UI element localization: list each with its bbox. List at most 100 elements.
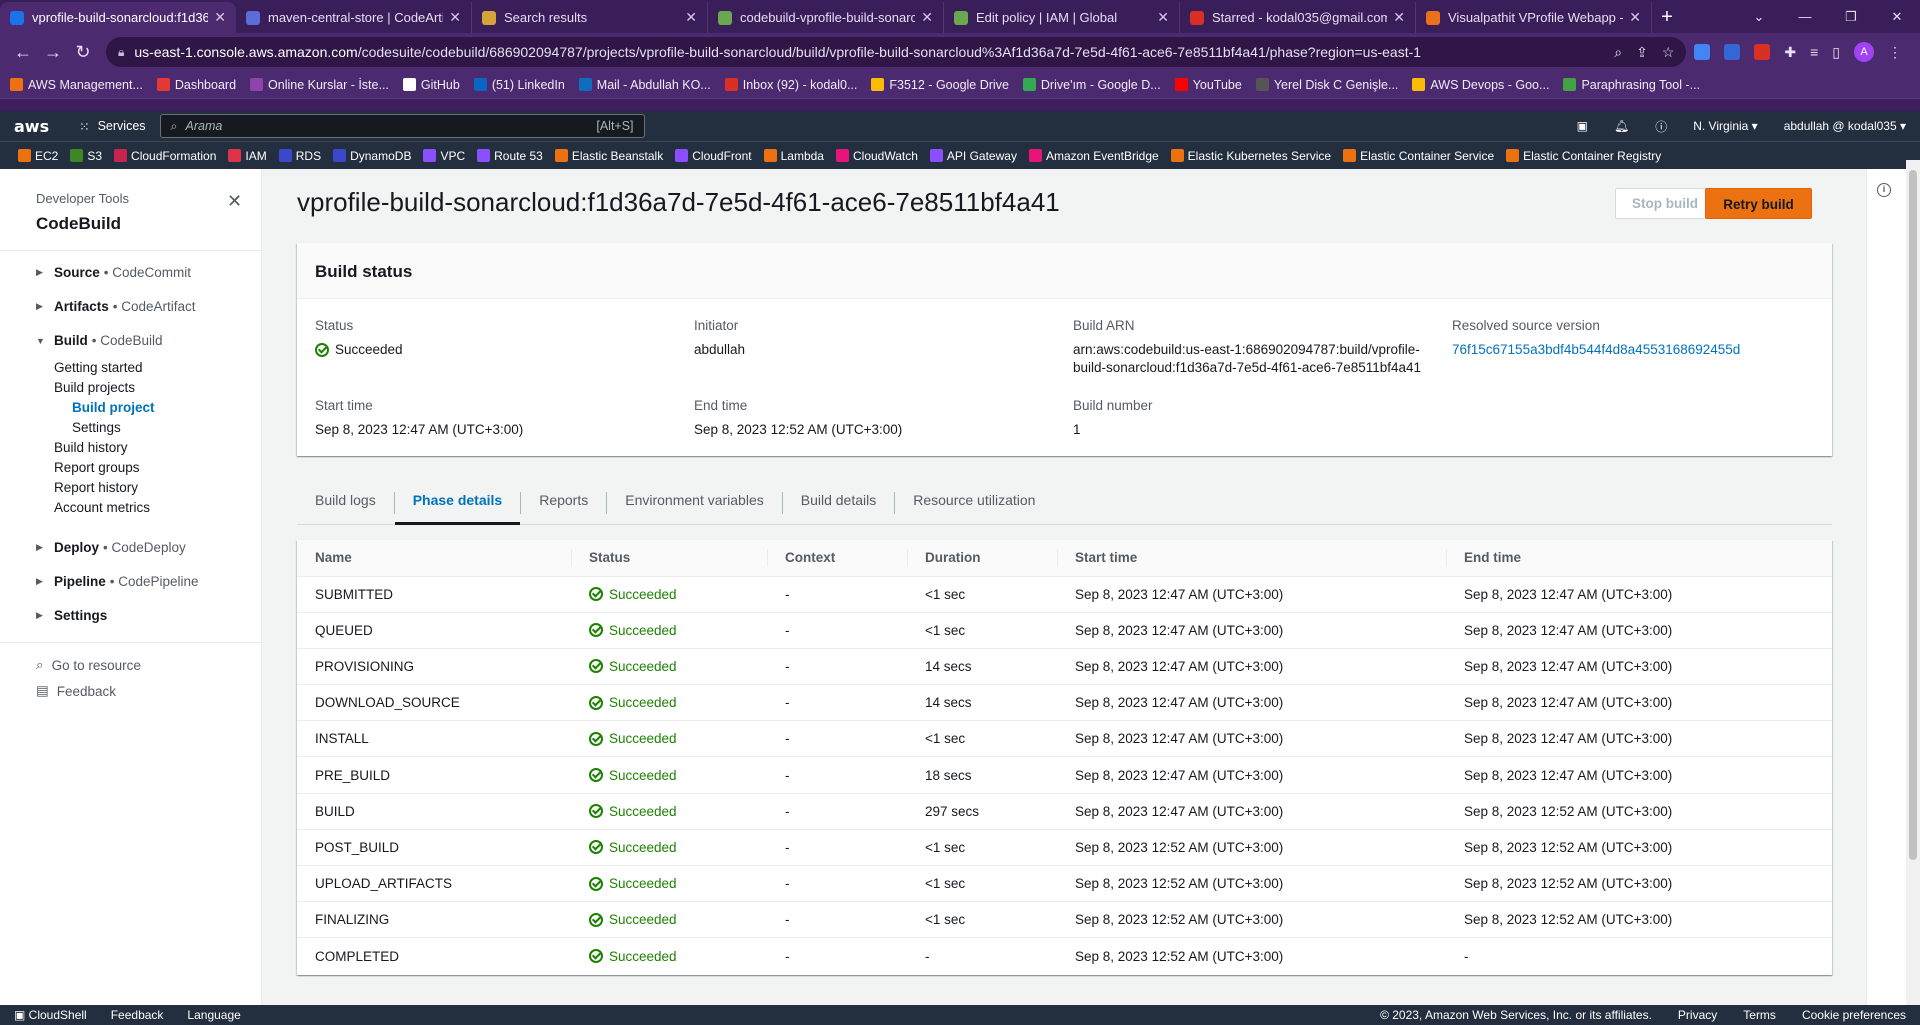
footer-feedback-link[interactable]: Feedback — [111, 1008, 164, 1022]
bookmark-item[interactable]: Paraphrasing Tool -... — [1563, 78, 1700, 92]
tab-build-details[interactable]: Build details — [783, 492, 896, 514]
forward-icon[interactable]: → — [38, 42, 68, 63]
sidebar-section-pipeline[interactable]: ▶ Pipeline • CodePipeline — [36, 574, 261, 589]
bookmark-item[interactable]: YouTube — [1174, 78, 1242, 92]
cloudshell-link[interactable]: ▣ CloudShell — [14, 1008, 87, 1022]
tab-close-icon[interactable]: ✕ — [1157, 9, 1169, 26]
favorite-service[interactable]: Elastic Container Registry — [1506, 149, 1661, 163]
favorite-service[interactable]: Elastic Container Service — [1343, 149, 1494, 163]
reload-icon[interactable]: ↻ — [68, 42, 98, 63]
bookmark-item[interactable]: AWS Devops - Goo... — [1412, 78, 1549, 92]
go-to-resource-link[interactable]: ⌕ Go to resource — [36, 657, 261, 673]
bookmark-item[interactable]: GitHub — [402, 78, 460, 92]
notifications-icon[interactable]: 🔔︎ — [1614, 119, 1629, 133]
new-tab-icon[interactable]: + — [1652, 2, 1682, 33]
favorite-service[interactable]: S3 — [70, 149, 102, 163]
feedback-link[interactable]: ▤ Feedback — [36, 683, 261, 699]
favorite-service[interactable]: CloudFormation — [114, 149, 216, 163]
minimize-icon[interactable]: — — [1782, 9, 1828, 24]
profile-avatar[interactable]: A — [1854, 42, 1874, 62]
column-header-name[interactable]: Name — [297, 540, 571, 577]
favorite-service[interactable]: EC2 — [18, 149, 58, 163]
bookmark-item[interactable]: F3512 - Google Drive — [871, 78, 1009, 92]
url-input[interactable]: 🔒︎ us-east-1.console.aws.amazon.com/code… — [106, 37, 1687, 67]
back-icon[interactable]: ← — [8, 42, 38, 63]
aws-logo[interactable]: aws — [14, 117, 49, 136]
browser-tab[interactable]: codebuild-vprofile-build-sonarc ✕ — [708, 2, 944, 33]
bookmark-item[interactable]: Online Kurslar - İste... — [250, 78, 389, 92]
favorite-service[interactable]: DynamoDB — [333, 149, 411, 163]
scrollbar-thumb[interactable] — [1909, 170, 1917, 860]
tab-close-icon[interactable]: ✕ — [1629, 9, 1641, 26]
favorite-service[interactable]: Lambda — [763, 149, 824, 163]
sidebar-item-account-metrics[interactable]: Account metrics — [54, 500, 261, 515]
browser-tab[interactable]: vprofile-build-sonarcloud:f1d36 ✕ — [0, 2, 236, 33]
privacy-link[interactable]: Privacy — [1678, 1008, 1717, 1022]
video-extension-icon[interactable] — [1754, 44, 1771, 60]
sidebar-item-report-history[interactable]: Report history — [54, 480, 261, 495]
column-header-status[interactable]: Status — [571, 540, 767, 577]
sidebar-item-build-project[interactable]: Build project — [72, 400, 261, 415]
tab-close-icon[interactable]: ✕ — [214, 9, 226, 26]
sidebar-item-report-groups[interactable]: Report groups — [54, 460, 261, 475]
browser-tab[interactable]: Search results ✕ — [472, 2, 708, 33]
account-menu[interactable]: abdullah @ kodal035 ▾ — [1784, 119, 1906, 133]
column-header-duration[interactable]: Duration — [907, 540, 1057, 577]
favorite-service[interactable]: CloudFront — [675, 149, 752, 163]
favorite-service[interactable]: Elastic Kubernetes Service — [1170, 149, 1331, 163]
favorite-service[interactable]: RDS — [278, 149, 321, 163]
help-icon[interactable]: ⓘ — [1655, 118, 1667, 135]
browser-tab[interactable]: Edit policy | IAM | Global ✕ — [944, 2, 1180, 33]
terms-link[interactable]: Terms — [1743, 1008, 1776, 1022]
bookmark-item[interactable]: Inbox (92) - kodal0... — [724, 78, 857, 92]
sidebar-section-deploy[interactable]: ▶ Deploy • CodeDeploy — [36, 540, 261, 555]
zoom-icon[interactable]: ⌕ — [1614, 44, 1622, 61]
tab-close-icon[interactable]: ✕ — [685, 9, 697, 26]
translate-extension-icon[interactable] — [1694, 44, 1711, 60]
favorite-service[interactable]: CloudWatch — [835, 149, 918, 163]
bookmark-item[interactable]: Mail - Abdullah KO... — [578, 78, 711, 92]
column-header-context[interactable]: Context — [767, 540, 907, 577]
sidebar-section-source[interactable]: ▶ Source • CodeCommit — [36, 265, 261, 280]
favorite-service[interactable]: Route 53 — [477, 149, 543, 163]
bookmark-item[interactable]: (51) LinkedIn — [473, 78, 565, 92]
tab-phase-details[interactable]: Phase details — [394, 492, 522, 525]
sidebar-section-settings[interactable]: ▶ Settings — [36, 608, 261, 623]
sidebar-item-build-history[interactable]: Build history — [54, 440, 261, 455]
source-version-link[interactable]: 76f15c67155a3bdf4b544f4d8a4553168692455d — [1452, 341, 1740, 359]
media-icon[interactable]: ≡ — [1810, 44, 1818, 60]
close-icon[interactable]: ✕ — [227, 191, 242, 212]
tab-close-icon[interactable]: ✕ — [1393, 9, 1405, 26]
bookmark-star-icon[interactable]: ☆ — [1662, 44, 1675, 61]
column-header-start-time[interactable]: Start time — [1057, 540, 1446, 577]
bookmark-item[interactable]: Drive'ım - Google D... — [1022, 78, 1161, 92]
region-selector[interactable]: N. Virginia ▾ — [1693, 119, 1758, 133]
bookmark-item[interactable]: AWS Management... — [10, 78, 143, 92]
sidebar-item-getting-started[interactable]: Getting started — [54, 360, 261, 375]
search-input[interactable]: ⌕ Arama [Alt+S] — [159, 114, 645, 138]
browser-tab[interactable]: Visualpathit VProfile Webapp - I ✕ — [1416, 2, 1652, 33]
sidebar-title[interactable]: CodeBuild — [36, 214, 261, 234]
tab-build-logs[interactable]: Build logs — [297, 492, 395, 514]
favorite-service[interactable]: VPC — [423, 149, 465, 163]
retry-build-button[interactable]: Retry build — [1705, 188, 1812, 219]
favorite-service[interactable]: Elastic Beanstalk — [554, 149, 663, 163]
menu-icon[interactable]: ⋮ — [1888, 44, 1902, 61]
maximize-icon[interactable]: ❐ — [1828, 9, 1874, 25]
tab-close-icon[interactable]: ✕ — [921, 9, 933, 26]
bookmark-item[interactable]: Yerel Disk C Genişle... — [1255, 78, 1398, 92]
favorite-service[interactable]: Amazon EventBridge — [1028, 149, 1159, 163]
sidebar-section-build[interactable]: ▼ Build • CodeBuild — [36, 333, 261, 348]
browser-tab[interactable]: Starred - kodal035@gmail.com ✕ — [1180, 2, 1416, 33]
scrollbar[interactable] — [1906, 160, 1920, 1015]
tab-resource-utilization[interactable]: Resource utilization — [895, 492, 1053, 514]
cookie-preferences-link[interactable]: Cookie preferences — [1802, 1008, 1906, 1022]
extension-icon[interactable] — [1724, 44, 1741, 60]
tab-search-icon[interactable]: ⌄ — [1736, 9, 1782, 25]
stop-build-button[interactable]: Stop build — [1615, 188, 1715, 219]
tab-reports[interactable]: Reports — [521, 492, 608, 514]
share-icon[interactable]: ⇪ — [1636, 44, 1648, 61]
language-link[interactable]: Language — [187, 1008, 240, 1022]
favorite-service[interactable]: IAM — [228, 149, 267, 163]
close-window-icon[interactable]: ✕ — [1874, 9, 1920, 25]
